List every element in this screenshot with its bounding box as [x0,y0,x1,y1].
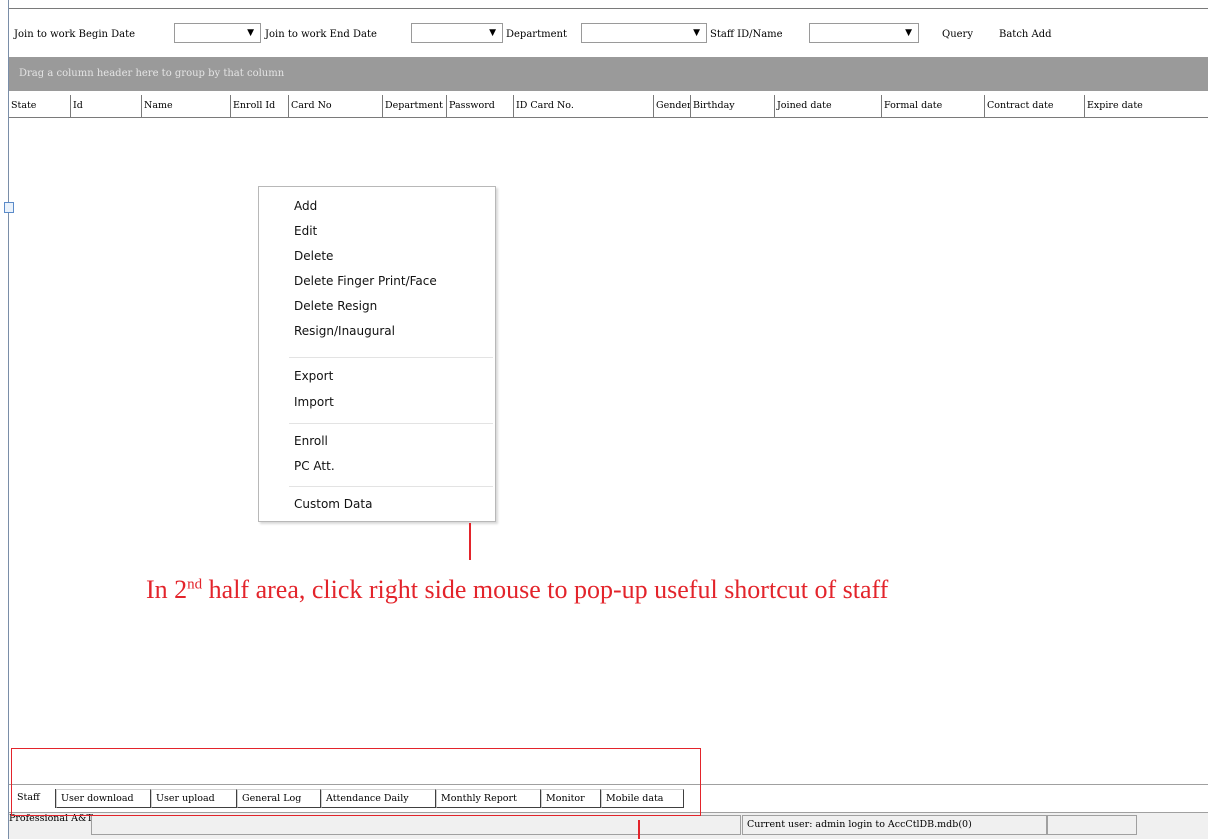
grid-column-header: State Id Name Enroll Id Card No Departme… [9,95,1208,118]
annotation-superscript: nd [187,576,203,593]
annotation-suffix: half area, click right side mouse to pop… [202,575,889,604]
group-by-panel[interactable]: Drag a column header here to group by th… [9,57,1208,91]
column-header-id-card-no[interactable]: ID Card No. [514,95,654,117]
menu-item-pc-att[interactable]: PC Att. [294,459,335,473]
column-header-formal-date[interactable]: Formal date [882,95,985,117]
group-by-hint: Drag a column header here to group by th… [19,68,285,79]
menu-separator [289,357,493,358]
column-header-birthday[interactable]: Birthday [691,95,775,117]
menu-item-delete[interactable]: Delete [294,249,333,263]
menu-separator [289,486,493,487]
menu-item-custom-data[interactable]: Custom Data [294,497,372,511]
column-header-id[interactable]: Id [71,95,142,117]
status-current-user: Current user: admin login to AccCtlDB.md… [742,815,1047,835]
status-pane-main [91,815,741,835]
query-button[interactable]: Query [942,29,973,40]
begin-date-dropdown[interactable]: ▼ [174,23,261,43]
chevron-down-icon: ▼ [489,28,496,38]
status-bar: Professional A&T Current user: admin log… [9,812,1208,839]
status-pane-empty [1047,815,1137,835]
chevron-down-icon: ▼ [247,28,254,38]
window-left-border [8,0,9,839]
annotation-prefix: In 2 [146,575,188,604]
department-dropdown[interactable]: ▼ [581,23,707,43]
column-header-state[interactable]: State [9,95,71,117]
annotation-text: In 2nd half area, click right side mouse… [146,575,888,605]
annotation-pointer-line-bottom [638,820,640,839]
menu-item-enroll[interactable]: Enroll [294,434,328,448]
column-header-joined-date[interactable]: Joined date [775,95,882,117]
column-header-enroll-id[interactable]: Enroll Id [231,95,289,117]
annotation-pointer-line [469,523,471,560]
menu-item-export[interactable]: Export [294,369,333,383]
department-label: Department [506,29,567,40]
staff-context-menu: Add Edit Delete Delete Finger Print/Face… [258,186,496,522]
end-date-label: Join to work End Date [265,29,377,40]
staff-id-name-dropdown[interactable]: ▼ [809,23,919,43]
splitter-handle[interactable] [4,202,14,213]
begin-date-label: Join to work Begin Date [14,29,136,40]
annotation-highlight-box [11,748,701,816]
menu-separator [289,423,493,424]
column-header-expire-date[interactable]: Expire date [1085,95,1208,117]
chevron-down-icon: ▼ [693,28,700,38]
staff-management-window: Join to work Begin Date ▼ Join to work E… [0,0,1208,839]
column-header-password[interactable]: Password [447,95,514,117]
column-header-card-no[interactable]: Card No [289,95,383,117]
menu-item-add[interactable]: Add [294,199,317,213]
chevron-down-icon: ▼ [905,28,912,38]
staff-id-name-label: Staff ID/Name [710,29,783,40]
column-header-contract-date[interactable]: Contract date [985,95,1085,117]
menu-item-resign-inaugural[interactable]: Resign/Inaugural [294,324,395,338]
end-date-dropdown[interactable]: ▼ [411,23,503,43]
menu-item-import[interactable]: Import [294,395,334,409]
batch-add-button[interactable]: Batch Add [999,29,1052,40]
menu-item-delete-resign[interactable]: Delete Resign [294,299,377,313]
menu-item-delete-finger-print-face[interactable]: Delete Finger Print/Face [294,274,437,288]
menu-item-edit[interactable]: Edit [294,224,317,238]
column-header-gender[interactable]: Gender [654,95,691,117]
column-header-name[interactable]: Name [142,95,231,117]
filter-toolbar: Join to work Begin Date ▼ Join to work E… [9,8,1208,57]
column-header-department[interactable]: Department [383,95,447,117]
